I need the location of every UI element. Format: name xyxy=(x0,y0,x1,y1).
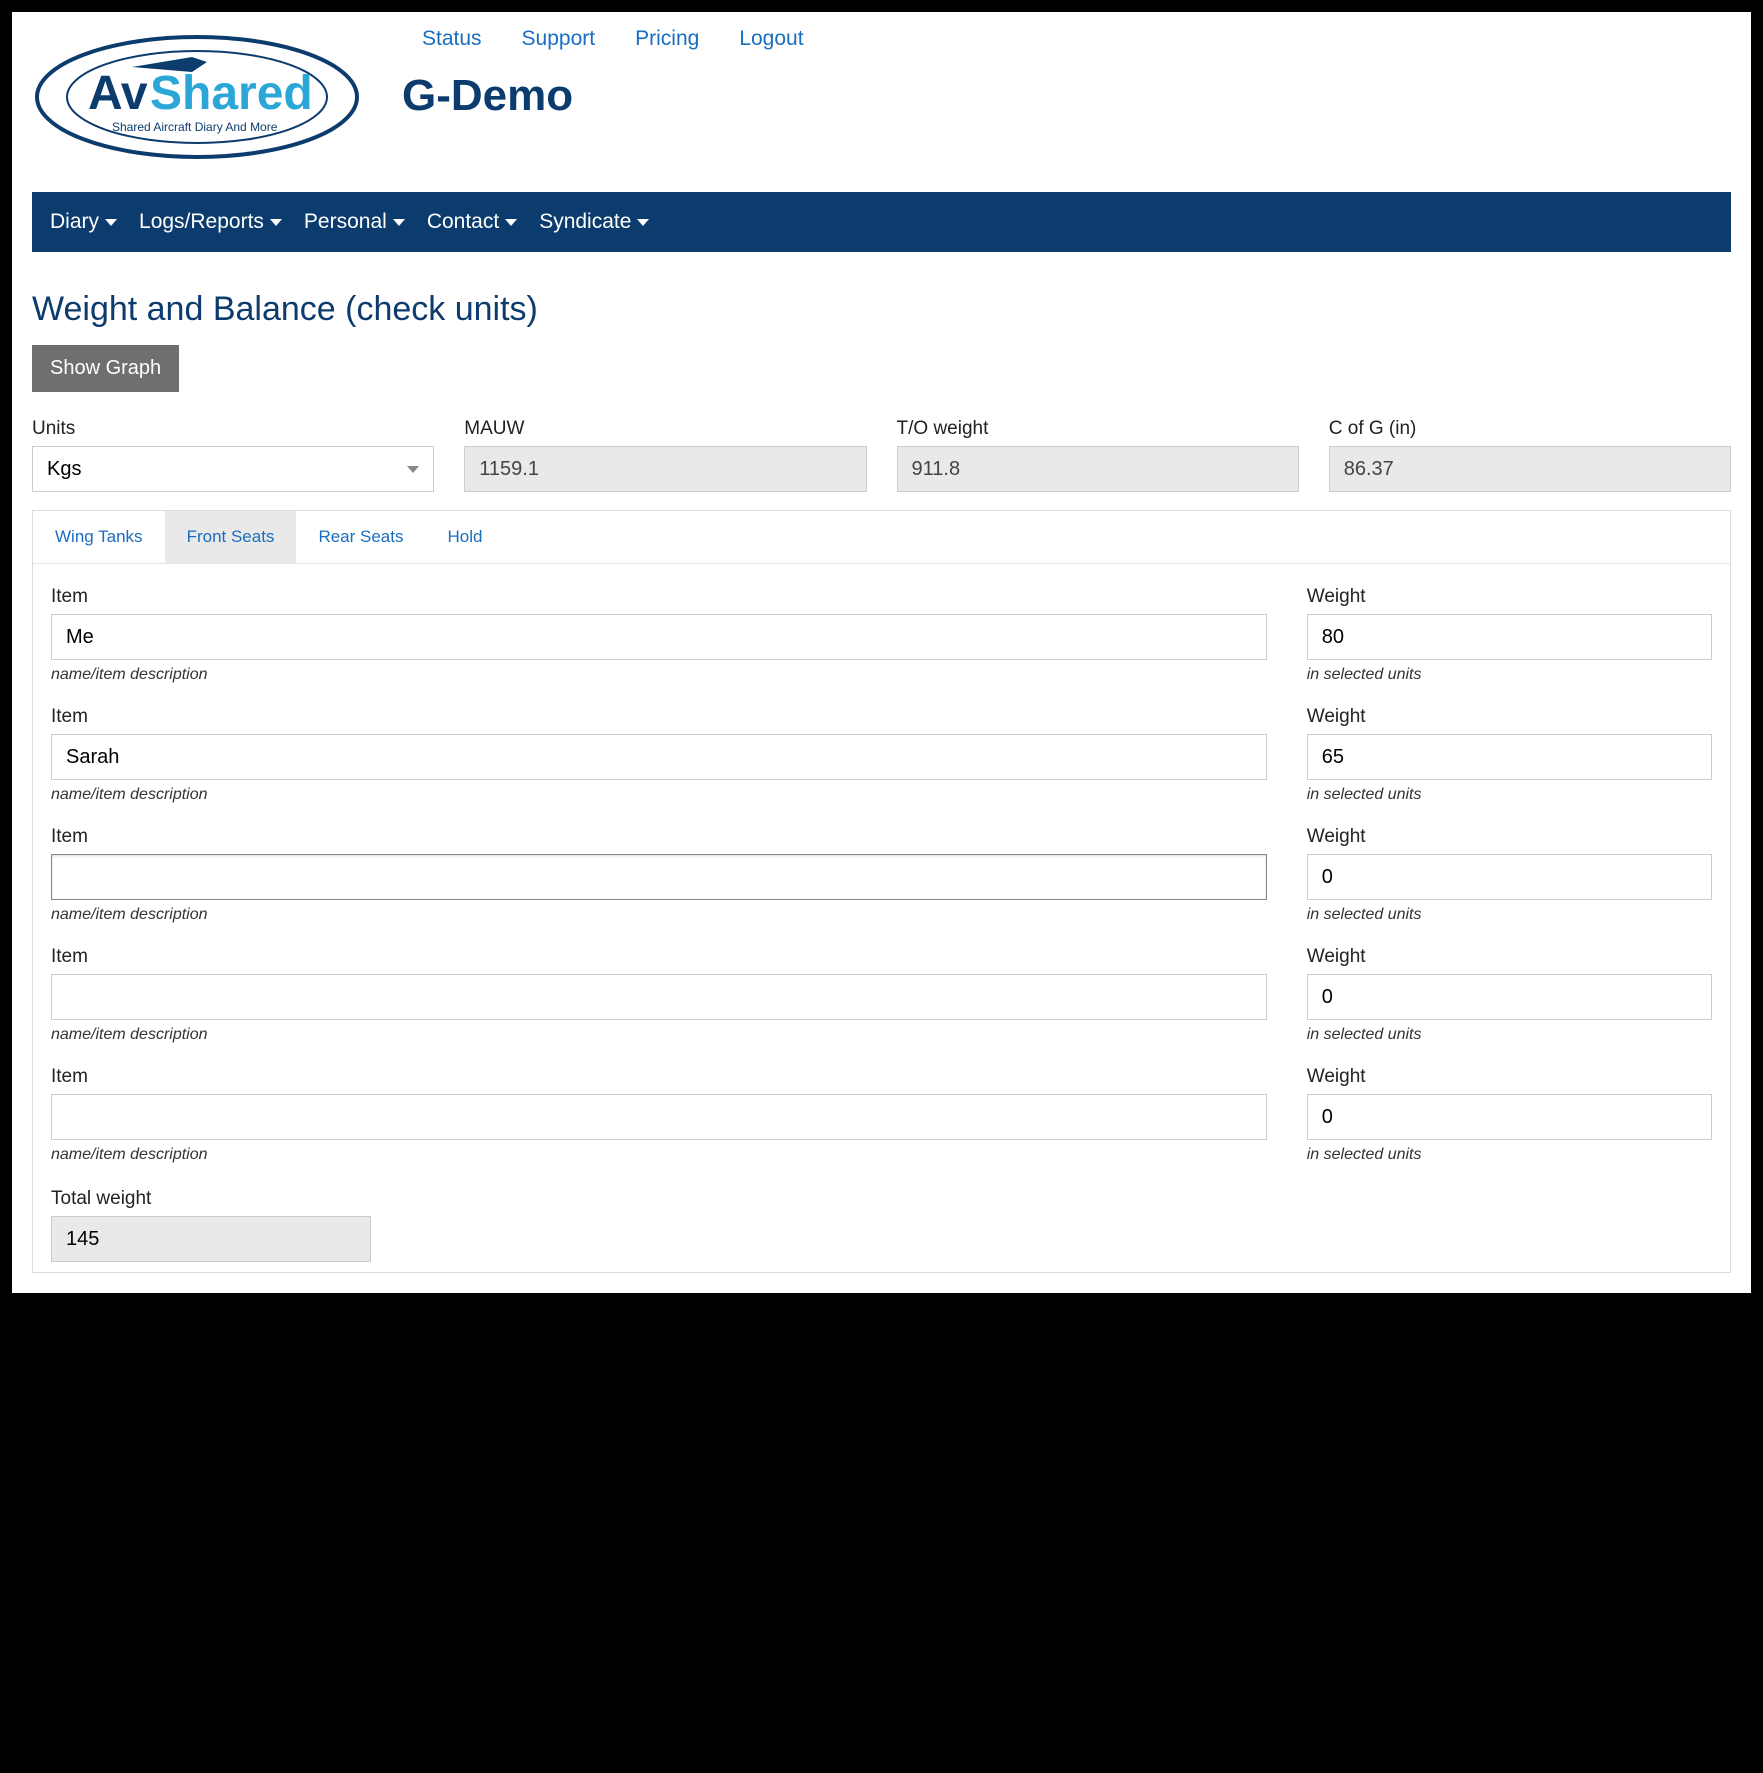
item-name-input-1[interactable] xyxy=(51,734,1267,780)
aircraft-title: G-Demo xyxy=(402,71,1731,121)
item-helper: name/item description xyxy=(51,666,1267,684)
item-name-input-2[interactable] xyxy=(51,854,1267,900)
nav-diary[interactable]: Diary xyxy=(50,210,117,234)
item-label: Item xyxy=(51,946,1267,968)
item-weight-input-3[interactable] xyxy=(1307,974,1712,1020)
caret-down-icon xyxy=(393,219,405,226)
item-helper: name/item description xyxy=(51,906,1267,924)
caret-down-icon xyxy=(505,219,517,226)
cog-label: C of G (in) xyxy=(1329,418,1731,440)
main-navbar: Diary Logs/Reports Personal Contact Synd… xyxy=(32,192,1731,252)
top-nav-links: Status Support Pricing Logout xyxy=(422,27,1731,51)
caret-down-icon xyxy=(270,219,282,226)
item-label: Item xyxy=(51,1066,1267,1088)
item-weight-input-1[interactable] xyxy=(1307,734,1712,780)
weight-label: Weight xyxy=(1307,946,1712,968)
item-helper: name/item description xyxy=(51,1146,1267,1164)
link-status[interactable]: Status xyxy=(422,27,482,51)
item-weight-input-4[interactable] xyxy=(1307,1094,1712,1140)
weight-helper: in selected units xyxy=(1307,1146,1712,1164)
weight-label: Weight xyxy=(1307,586,1712,608)
show-graph-button[interactable]: Show Graph xyxy=(32,345,179,392)
total-weight-label: Total weight xyxy=(51,1188,1712,1210)
units-select[interactable]: Kgs xyxy=(32,446,434,492)
item-name-input-0[interactable] xyxy=(51,614,1267,660)
caret-down-icon xyxy=(637,219,649,226)
item-label: Item xyxy=(51,706,1267,728)
item-label: Item xyxy=(51,826,1267,848)
item-name-input-3[interactable] xyxy=(51,974,1267,1020)
cog-value: 86.37 xyxy=(1329,446,1731,492)
svg-text:Shared: Shared xyxy=(150,67,313,120)
item-label: Item xyxy=(51,586,1267,608)
tab-hold[interactable]: Hold xyxy=(425,511,504,563)
chevron-down-icon xyxy=(407,466,419,473)
weight-label: Weight xyxy=(1307,826,1712,848)
link-support[interactable]: Support xyxy=(522,27,596,51)
nav-contact[interactable]: Contact xyxy=(427,210,517,234)
link-pricing[interactable]: Pricing xyxy=(635,27,699,51)
caret-down-icon xyxy=(105,219,117,226)
weight-label: Weight xyxy=(1307,1066,1712,1088)
weight-label: Weight xyxy=(1307,706,1712,728)
tab-wing-tanks[interactable]: Wing Tanks xyxy=(33,511,165,563)
page-title: Weight and Balance (check units) xyxy=(32,290,1731,329)
item-helper: name/item description xyxy=(51,786,1267,804)
mauw-value: 1159.1 xyxy=(464,446,866,492)
nav-syndicate[interactable]: Syndicate xyxy=(539,210,649,234)
nav-logs-reports[interactable]: Logs/Reports xyxy=(139,210,282,234)
tab-rear-seats[interactable]: Rear Seats xyxy=(296,511,425,563)
nav-personal[interactable]: Personal xyxy=(304,210,405,234)
svg-text:Shared Aircraft Diary And More: Shared Aircraft Diary And More xyxy=(112,120,278,134)
tabs: Wing Tanks Front Seats Rear Seats Hold xyxy=(33,510,1730,564)
logo: Av Shared Shared Aircraft Diary And More xyxy=(32,22,402,172)
weight-helper: in selected units xyxy=(1307,786,1712,804)
tab-front-seats[interactable]: Front Seats xyxy=(165,511,297,563)
item-weight-input-0[interactable] xyxy=(1307,614,1712,660)
to-weight-value: 911.8 xyxy=(897,446,1299,492)
to-weight-label: T/O weight xyxy=(897,418,1299,440)
item-weight-input-2[interactable] xyxy=(1307,854,1712,900)
link-logout[interactable]: Logout xyxy=(739,27,803,51)
item-name-input-4[interactable] xyxy=(51,1094,1267,1140)
weight-helper: in selected units xyxy=(1307,906,1712,924)
mauw-label: MAUW xyxy=(464,418,866,440)
weight-helper: in selected units xyxy=(1307,666,1712,684)
units-label: Units xyxy=(32,418,434,440)
weight-helper: in selected units xyxy=(1307,1026,1712,1044)
total-weight-value: 145 xyxy=(51,1216,371,1262)
svg-text:Av: Av xyxy=(88,67,148,120)
units-value: Kgs xyxy=(47,458,81,481)
item-helper: name/item description xyxy=(51,1026,1267,1044)
